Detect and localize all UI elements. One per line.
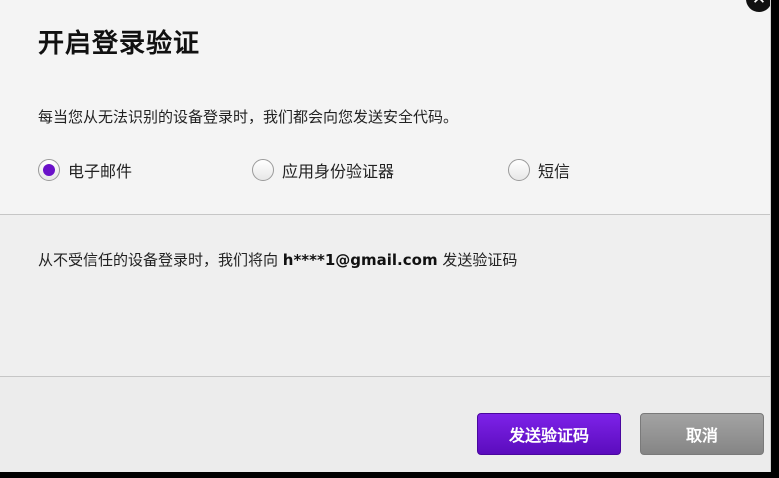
info-suffix: 发送验证码 xyxy=(437,251,518,269)
radio-selected-dot xyxy=(43,164,55,176)
option-authenticator-app-label: 应用身份验证器 xyxy=(282,162,395,181)
radio-sms[interactable] xyxy=(508,159,530,181)
cancel-button[interactable]: 取消 xyxy=(640,413,764,455)
radio-email[interactable] xyxy=(38,159,60,181)
option-email[interactable]: 电子邮件 xyxy=(38,156,132,184)
radio-authenticator-app[interactable] xyxy=(252,159,274,181)
dialog-title: 开启登录验证 xyxy=(38,29,201,59)
masked-email: h****1@gmail.com xyxy=(282,251,438,269)
option-authenticator-app[interactable]: 应用身份验证器 xyxy=(252,156,394,184)
dialog-description: 每当您从无法识别的设备登录时，我们都会向您发送安全代码。 xyxy=(38,108,459,126)
info-section: 从不受信任的设备登录时，我们将向 h****1@gmail.com 发送验证码 xyxy=(0,215,770,376)
send-code-button[interactable]: 发送验证码 xyxy=(477,413,621,455)
info-prefix: 从不受信任的设备登录时，我们将向 xyxy=(38,251,283,269)
dialog-footer: 发送验证码 取消 xyxy=(0,377,770,472)
option-sms[interactable]: 短信 xyxy=(508,156,570,184)
option-email-label: 电子邮件 xyxy=(68,162,133,181)
option-sms-label: 短信 xyxy=(538,162,571,181)
verification-method-options: 电子邮件 应用身份验证器 短信 xyxy=(38,156,738,184)
login-verification-dialog: ✕ 开启登录验证 每当您从无法识别的设备登录时，我们都会向您发送安全代码。 电子… xyxy=(0,0,771,472)
info-text: 从不受信任的设备登录时，我们将向 h****1@gmail.com 发送验证码 xyxy=(38,249,517,271)
close-icon[interactable]: ✕ xyxy=(746,0,770,12)
